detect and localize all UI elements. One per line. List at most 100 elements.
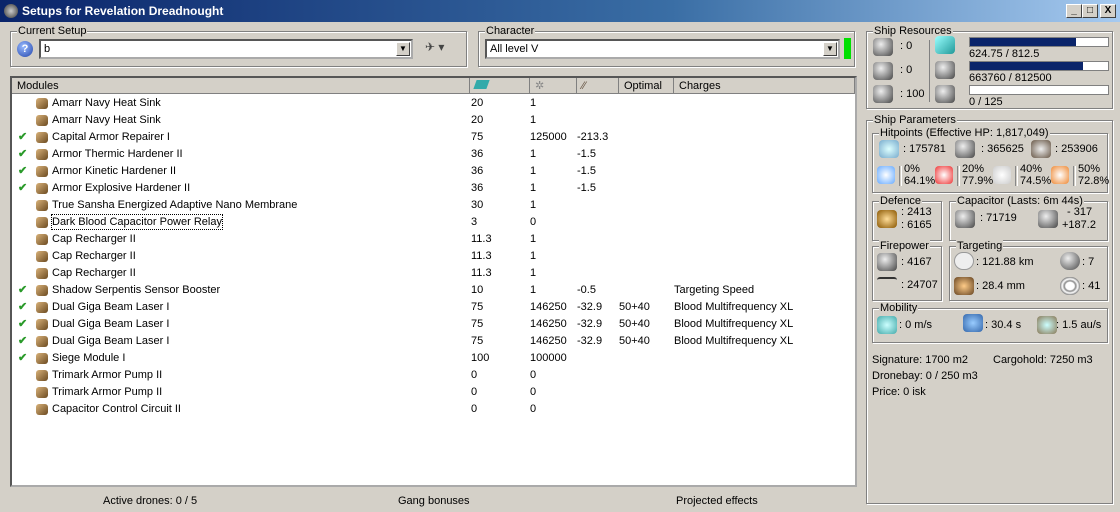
- module-cap: -32.9: [577, 335, 603, 347]
- active-check-icon: ✔: [18, 352, 28, 364]
- table-row[interactable]: Trimark Armor Pump II 0 0: [12, 384, 855, 401]
- active-check-icon: ✔: [18, 335, 28, 347]
- module-icon: [36, 183, 48, 194]
- cargohold: Cargohold: 7250 m3: [993, 354, 1093, 366]
- module-optimal: 50+40: [619, 335, 650, 347]
- resist-type-icon: [1051, 166, 1069, 184]
- table-row[interactable]: Cap Recharger II 11.3 1: [12, 265, 855, 282]
- capacitor-group: Capacitor (Lasts: 6m 44s) : 71719 - 317 …: [949, 195, 1108, 241]
- table-row[interactable]: Dark Blood Capacitor Power Relay 3 0: [12, 214, 855, 231]
- powergrid-value: 663760 / 812500: [969, 72, 1052, 84]
- module-pg: 1: [530, 284, 537, 296]
- current-setup-combo[interactable]: b ▼: [39, 39, 413, 59]
- gang-bonuses-button[interactable]: Gang bonuses: [398, 494, 470, 508]
- resist-type-icon: [877, 166, 895, 184]
- module-name: Amarr Navy Heat Sink: [52, 114, 161, 126]
- capacitor-icon: [955, 210, 975, 228]
- hitpoints-group: Hitpoints (Effective HP: 1,817,049) : 17…: [872, 127, 1110, 193]
- capacitor-label: Capacitor (Lasts: 6m 44s): [956, 195, 1084, 207]
- targeting-range: : 121.88 km: [976, 256, 1034, 268]
- character-value: All level V: [490, 43, 539, 55]
- table-row[interactable]: Capacitor Control Circuit II 0 0: [12, 401, 855, 418]
- module-cpu: 75: [471, 131, 484, 143]
- modules-list[interactable]: Modules ✲ ⁄⁄ Optimal Charges Amarr Navy …: [10, 76, 857, 487]
- setup-menu-button[interactable]: ✈ ▾: [425, 40, 444, 54]
- table-row[interactable]: Trimark Armor Pump II 0 0: [12, 367, 855, 384]
- module-pg: 100000: [530, 352, 567, 364]
- table-row[interactable]: True Sansha Energized Adaptive Nano Memb…: [12, 197, 855, 214]
- table-row[interactable]: Amarr Navy Heat Sink 20 1: [12, 95, 855, 112]
- table-row[interactable]: Cap Recharger II 11.3 1: [12, 248, 855, 265]
- minimize-button[interactable]: _: [1066, 4, 1082, 18]
- module-icon: [36, 166, 48, 177]
- module-optimal: 50+40: [619, 301, 650, 313]
- module-charges: Targeting Speed: [674, 284, 755, 296]
- table-row[interactable]: ✔ Armor Thermic Hardener II 36 1 -1.5: [12, 146, 855, 163]
- table-row[interactable]: Amarr Navy Heat Sink 20 1: [12, 112, 855, 129]
- column-header-modules[interactable]: Modules: [12, 78, 470, 94]
- table-row[interactable]: ✔ Dual Giga Beam Laser I 75 146250 -32.9 50+4…: [12, 299, 855, 316]
- module-name: Cap Recharger II: [52, 267, 136, 279]
- column-header-powergrid[interactable]: ✲: [530, 78, 577, 94]
- character-combo[interactable]: All level V ▼: [485, 39, 840, 59]
- column-header-optimal[interactable]: Optimal: [619, 78, 674, 94]
- module-name: Capacitor Control Circuit II: [52, 403, 181, 415]
- price: Price: 0 isk: [872, 386, 926, 398]
- module-pg: 146250: [530, 301, 567, 313]
- module-name: Armor Explosive Hardener II: [52, 182, 191, 194]
- table-row[interactable]: ✔ Siege Module I 100 100000: [12, 350, 855, 367]
- column-header-cpu[interactable]: [470, 78, 530, 94]
- table-row[interactable]: ✔ Dual Giga Beam Laser I 75 146250 -32.9 50+4…: [12, 333, 855, 350]
- projected-effects-button[interactable]: Projected effects: [676, 494, 758, 508]
- help-icon[interactable]: ?: [17, 41, 33, 57]
- cpu-icon: [935, 36, 955, 54]
- active-drones-status[interactable]: Active drones: 0 / 5: [103, 494, 197, 508]
- targeting-group: Targeting : 121.88 km : 7 : 28.4 mm : 41: [949, 240, 1108, 301]
- module-cap: -1.5: [577, 182, 596, 194]
- firepower-dps: : 4167: [901, 256, 932, 268]
- scan-resolution: : 28.4 mm: [976, 280, 1025, 292]
- module-icon: [36, 217, 48, 228]
- module-icon: [36, 285, 48, 296]
- table-row[interactable]: ✔ Armor Kinetic Hardener II 36 1 -1.5: [12, 163, 855, 180]
- column-header-charges[interactable]: Charges: [674, 78, 855, 94]
- resist-type-icon: [935, 166, 953, 184]
- resist-bottom: 72.8%: [1078, 175, 1110, 187]
- mobility-group: Mobility : 0 m/s : 30.4 s : 1.5 au/s: [872, 302, 1108, 343]
- active-check-icon: ✔: [18, 165, 28, 177]
- current-setup-label: Current Setup: [17, 25, 88, 37]
- table-row[interactable]: ✔ Capital Armor Repairer I 75 125000 -213.3: [12, 129, 855, 146]
- module-name: Siege Module I: [52, 352, 126, 364]
- table-row[interactable]: Cap Recharger II 11.3 1: [12, 231, 855, 248]
- sensor-strength: : 41: [1082, 280, 1101, 292]
- module-cpu: 75: [471, 301, 484, 313]
- table-row[interactable]: ✔ Armor Explosive Hardener II 36 1 -1.5: [12, 180, 855, 197]
- chevron-down-icon[interactable]: ▼: [396, 42, 410, 56]
- column-header-capacitor[interactable]: ⁄⁄: [577, 78, 619, 94]
- ship-parameters-label: Ship Parameters: [873, 114, 957, 126]
- module-cap: -1.5: [577, 148, 596, 160]
- module-icon: [36, 268, 48, 279]
- module-cpu: 100: [471, 352, 490, 364]
- ship-resources-group: Ship Resources : 0 : 0 : 100 624.75 / 81…: [866, 25, 1113, 109]
- capacitor-use: - 317: [1067, 206, 1093, 218]
- capacitor-recharge-icon: [1038, 210, 1058, 228]
- module-pg: 1: [530, 165, 537, 177]
- module-cpu: 20: [471, 114, 484, 126]
- align-time: : 30.4 s: [985, 319, 1022, 331]
- module-icon: [36, 370, 48, 381]
- module-name: Dual Giga Beam Laser I: [52, 301, 170, 313]
- max-velocity: : 0 m/s: [899, 319, 933, 331]
- close-button[interactable]: X: [1100, 4, 1116, 18]
- scan-resolution-icon: [954, 277, 974, 295]
- cpu-bar: [969, 37, 1109, 47]
- character-status-indicator: [844, 38, 851, 59]
- table-row[interactable]: ✔ Shadow Serpentis Sensor Booster 10 1 -0.5 T…: [12, 282, 855, 299]
- chevron-down-icon[interactable]: ▼: [823, 42, 837, 56]
- module-icon: [36, 132, 48, 143]
- module-pg: 0: [530, 216, 537, 228]
- module-charges: Blood Multifrequency XL: [674, 301, 794, 313]
- maximize-button[interactable]: □: [1082, 4, 1098, 18]
- defence-value-1: : 2413: [901, 206, 932, 218]
- table-row[interactable]: ✔ Dual Giga Beam Laser I 75 146250 -32.9 50+4…: [12, 316, 855, 333]
